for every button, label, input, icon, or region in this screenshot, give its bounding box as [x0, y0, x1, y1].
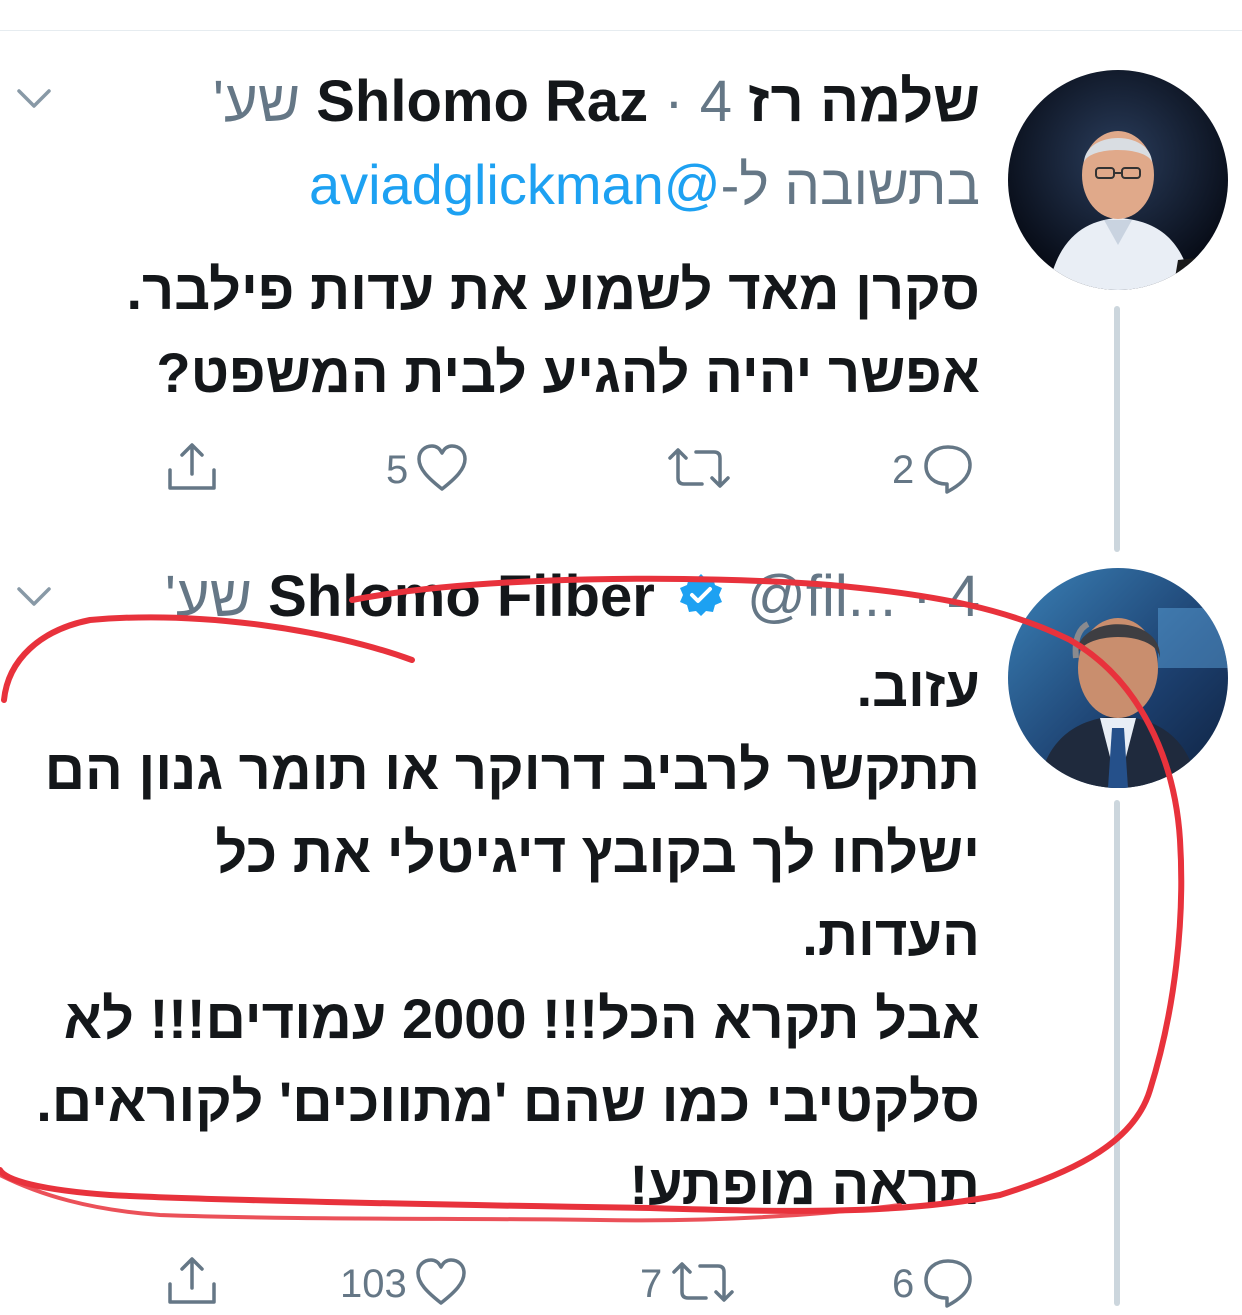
tweet-text-line: עזוב.	[856, 655, 980, 718]
separator: ·	[912, 564, 932, 629]
retweet-button[interactable]	[664, 440, 734, 501]
handle[interactable]: @fil...	[747, 564, 896, 629]
avatar[interactable]	[1008, 70, 1228, 290]
tweet-text-line: תראה מופתע!	[629, 1153, 980, 1216]
display-name[interactable]: Shlomo Filber	[268, 564, 655, 629]
reply-prefix: בתשובה ל-	[720, 153, 980, 216]
tweet-text-line: העדות.	[802, 904, 980, 967]
comment-icon	[920, 440, 976, 501]
thread-line	[1114, 800, 1120, 1306]
tweet-text: סקרן מאד לשמוע את עדות פילבר. אפשר יהיה …	[20, 248, 980, 414]
tweet-header: Shlomo Filber @fil... · 4 שע'	[165, 562, 980, 636]
comment-count: 2	[892, 448, 915, 492]
tweet-text-line: אפשר יהיה להגיע לבית המשפט?	[156, 341, 980, 404]
tweet-text: עזוב. תתקשר לרביב דרוקר או תומר גנון הם …	[20, 645, 980, 1226]
verified-icon	[677, 566, 725, 636]
retweet-count: 7	[640, 1262, 663, 1306]
tweet-text-line: סקרן מאד לשמוע את עדות פילבר.	[126, 258, 980, 321]
like-count: 5	[386, 448, 409, 492]
share-button[interactable]	[164, 440, 220, 501]
tweet-text-line: סלקטיבי כמו שהם 'מתווכים' לקוראים.	[36, 1070, 980, 1133]
chevron-down-icon[interactable]	[16, 86, 52, 117]
tweet-text-line: אבל תקרא הכל!!! 2000 עמודים!!! לא	[63, 987, 980, 1050]
avatar[interactable]	[1008, 568, 1228, 788]
thread-line	[1114, 306, 1120, 552]
reply-context: בתשובה ל-@aviadglickman	[309, 150, 980, 220]
tweet-header: שלמה רז Shlomo Raz · 4 שע'	[213, 67, 980, 137]
chevron-down-icon[interactable]	[16, 584, 52, 615]
share-icon	[164, 440, 220, 501]
top-divider	[0, 30, 1242, 31]
retweet-icon	[664, 440, 734, 501]
tweet-text-line: תתקשר לרביב דרוקר או תומר גנון הם	[44, 738, 980, 801]
tweet-text-line: ישלחו לך בקובץ דיגיטלי את כל	[215, 821, 980, 884]
comment-button[interactable]: 2	[892, 440, 976, 501]
like-button[interactable]: 5	[386, 440, 470, 501]
separator: ·	[664, 69, 684, 134]
like-icon	[414, 440, 470, 501]
display-name[interactable]: שלמה רז Shlomo Raz	[316, 69, 980, 134]
like-count: 103	[340, 1262, 407, 1306]
comment-count: 6	[892, 1262, 915, 1306]
reply-mention-link[interactable]: @aviadglickman	[309, 153, 721, 216]
